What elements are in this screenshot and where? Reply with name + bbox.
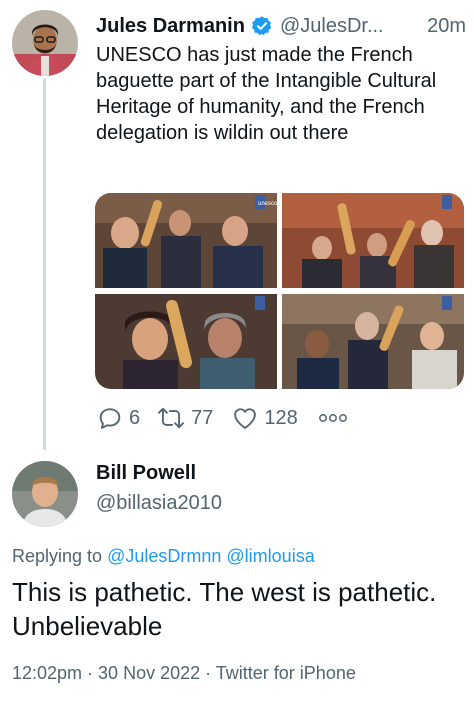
- author-handle[interactable]: @JulesDr...: [280, 15, 384, 38]
- tweet-action-bar: 6 77 128: [96, 400, 348, 436]
- mention-link[interactable]: @limlouisa: [226, 546, 314, 566]
- author-name[interactable]: Jules Darmanin: [96, 15, 245, 38]
- media-photo-4[interactable]: [282, 294, 464, 389]
- retweet-button[interactable]: 77: [156, 404, 213, 432]
- heart-icon: [231, 404, 259, 432]
- reply-button[interactable]: 6: [96, 404, 140, 432]
- reply-count: 6: [129, 406, 141, 429]
- like-button[interactable]: 128: [231, 404, 298, 432]
- author-avatar[interactable]: [12, 10, 78, 76]
- verified-badge-icon: [251, 15, 273, 37]
- reply-timestamp[interactable]: 12:02pm · 30 Nov 2022 · Twitter for iPho…: [12, 663, 356, 684]
- thread-connector-line: [43, 78, 46, 450]
- reply-author-avatar[interactable]: [12, 461, 78, 527]
- tweet-header: Jules Darmanin @JulesDr... 20m: [96, 11, 466, 41]
- more-options-button[interactable]: [318, 411, 348, 425]
- replying-to-line: Replying to @JulesDrmnn @limlouisa: [12, 546, 315, 567]
- reply-author-handle[interactable]: @billasia2010: [96, 492, 222, 515]
- like-count: 128: [264, 406, 298, 429]
- tweet-media-grid[interactable]: unesco: [95, 193, 464, 389]
- more-dots-icon: [318, 411, 348, 425]
- tweet-text: UNESCO has just made the French baguette…: [96, 44, 437, 144]
- media-photo-2[interactable]: [282, 193, 464, 288]
- retweet-count: 77: [191, 406, 214, 429]
- unesco-watermark: unesco: [258, 201, 277, 207]
- tweet-time[interactable]: 20m: [427, 15, 466, 38]
- retweet-icon: [156, 404, 186, 432]
- reply-text: This is pathetic. The west is pathetic. …: [12, 577, 437, 641]
- mention-link[interactable]: @JulesDrmnn: [107, 546, 221, 566]
- media-photo-3[interactable]: [95, 294, 277, 389]
- media-photo-1[interactable]: unesco: [95, 193, 277, 288]
- reply-icon: [96, 404, 124, 432]
- reply-author-name[interactable]: Bill Powell: [96, 462, 196, 485]
- replying-to-label: Replying to: [12, 546, 103, 566]
